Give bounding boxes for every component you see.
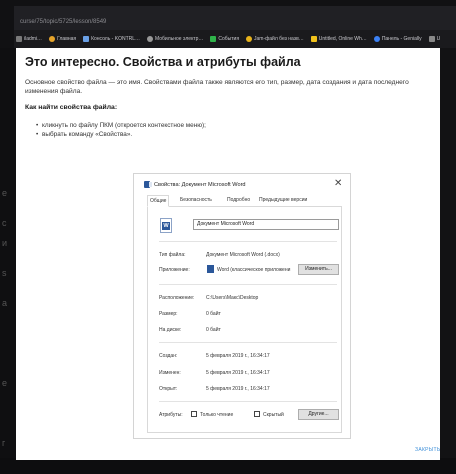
bookmark-item[interactable]: События bbox=[210, 36, 239, 42]
whiteboard-icon bbox=[310, 36, 317, 42]
divider bbox=[159, 342, 337, 343]
bookmark-label: Главная bbox=[57, 36, 77, 42]
modal-paragraph: Основное свойство файла — это имя. Свойс… bbox=[25, 79, 409, 95]
file-name-field[interactable]: Документ Microsoft Word bbox=[193, 219, 339, 230]
opened-value: 5 февраля 2019 г., 16:34:17 bbox=[206, 386, 270, 392]
url-text: curse/75/topic/5725/lesson/8549 bbox=[20, 19, 107, 25]
divider bbox=[159, 284, 337, 285]
type-label: Тип файла: bbox=[159, 252, 186, 258]
bookmark-item[interactable]: Главная bbox=[49, 36, 76, 42]
steps-list: кликнуть по файлу ПКМ (откроется контекс… bbox=[36, 122, 206, 139]
pin-icon bbox=[16, 36, 22, 42]
genially-icon bbox=[373, 36, 380, 42]
bookmark-label: События bbox=[218, 36, 240, 42]
background-text: е bbox=[2, 378, 8, 388]
background-text: а bbox=[2, 298, 8, 308]
opened-label: Открыт: bbox=[159, 386, 178, 392]
modal-subheading: Как найти свойства файла: bbox=[25, 104, 118, 111]
console-icon bbox=[83, 36, 90, 42]
mobile-icon bbox=[147, 36, 154, 42]
browser-toolbar: curse/75/topic/5725/lesson/8549 iladmi… Г… bbox=[0, 0, 456, 48]
tab-previous-versions[interactable]: Предыдущие версии bbox=[259, 197, 307, 203]
home-icon bbox=[49, 36, 56, 42]
bookmarks-bar: iladmi… Главная Консоль - KONTRL… Мобильное… bbox=[14, 30, 456, 48]
bookmark-item[interactable]: U bbox=[428, 36, 441, 42]
bookmark-item[interactable]: iladmi… bbox=[16, 36, 42, 42]
file-icon bbox=[246, 36, 253, 42]
divider bbox=[159, 241, 337, 242]
properties-dialog-image: Свойства: Документ Microsoft Word ✕ Общи… bbox=[133, 173, 351, 439]
word-app-icon bbox=[207, 265, 214, 273]
bookmark-label: Консоль - KONTRL… bbox=[91, 36, 141, 42]
bookmark-item[interactable]: Jam-файл без назв… bbox=[246, 36, 304, 42]
divider bbox=[159, 401, 337, 402]
location-label: Расположение: bbox=[159, 295, 195, 301]
dialog-title: Свойства: Документ Microsoft Word bbox=[154, 182, 246, 188]
created-label: Создан: bbox=[159, 353, 178, 359]
background-text: е bbox=[2, 188, 8, 198]
list-item: выбрать команду «Свойства». bbox=[36, 131, 206, 140]
word-document-icon bbox=[160, 218, 172, 233]
location-value: C:\Users\Макс\Desktop bbox=[206, 295, 259, 301]
change-button[interactable]: Изменить... bbox=[298, 264, 339, 275]
modified-label: Изменен: bbox=[159, 370, 181, 376]
close-modal-button[interactable]: ЗАКРЫТЬ bbox=[415, 447, 440, 453]
background-text: и bbox=[2, 238, 8, 248]
bookmark-label: U bbox=[436, 36, 441, 42]
bookmark-label: iladmi… bbox=[24, 36, 43, 42]
hidden-label: Скрытый bbox=[263, 412, 284, 418]
tab-general[interactable]: Общие bbox=[147, 195, 170, 207]
modified-value: 5 февраля 2019 г., 16:34:17 bbox=[206, 370, 270, 376]
info-modal: Это интересно. Свойства и атрибуты файла… bbox=[16, 48, 440, 460]
page-background-bottom bbox=[0, 458, 456, 474]
disk-size-value: 0 байт bbox=[206, 327, 221, 333]
hidden-checkbox[interactable] bbox=[254, 411, 260, 417]
bookmark-item[interactable]: Untitled, Online Wh… bbox=[310, 36, 367, 42]
bookmark-label: Панель - Genially bbox=[381, 36, 422, 42]
attributes-label: Атрибуты: bbox=[159, 412, 183, 418]
type-value: Документ Microsoft Word (.docx) bbox=[206, 252, 280, 258]
list-item: кликнуть по файлу ПКМ (откроется контекс… bbox=[36, 122, 206, 131]
bookmark-label: Jam-файл без назв… bbox=[254, 36, 304, 42]
background-text: г bbox=[2, 438, 6, 448]
general-tab-panel: Документ Microsoft Word Тип файла: Докум… bbox=[147, 207, 342, 433]
size-value: 0 байт bbox=[206, 311, 221, 317]
bookmark-item[interactable]: Панель - Genially bbox=[373, 36, 422, 42]
bookmark-icon bbox=[428, 36, 435, 42]
readonly-label: Только чтение bbox=[200, 412, 234, 418]
created-value: 5 февраля 2019 г., 16:34:17 bbox=[206, 353, 270, 359]
tab-security[interactable]: Безопасность bbox=[180, 197, 212, 203]
disk-size-label: На диске: bbox=[159, 327, 182, 333]
address-bar[interactable]: curse/75/topic/5725/lesson/8549 bbox=[14, 6, 456, 30]
other-attributes-button[interactable]: Другие... bbox=[298, 409, 339, 420]
app-value: Word (классическое приложени bbox=[217, 267, 291, 273]
tab-details[interactable]: Подробно bbox=[227, 197, 250, 203]
dialog-tabs: Общие Безопасность Подробно Предыдущие в… bbox=[147, 195, 342, 207]
close-icon[interactable]: ✕ bbox=[334, 179, 342, 189]
bookmark-label: Untitled, Online Wh… bbox=[318, 36, 367, 42]
background-text: s bbox=[2, 268, 7, 278]
readonly-checkbox[interactable] bbox=[191, 411, 197, 417]
page-background-right bbox=[440, 48, 456, 458]
size-label: Размер: bbox=[159, 311, 178, 317]
modal-title: Это интересно. Свойства и атрибуты файла bbox=[25, 55, 301, 69]
app-label: Приложение: bbox=[159, 267, 190, 273]
bookmark-item[interactable]: Мобильное электр… bbox=[147, 36, 203, 42]
events-icon bbox=[210, 36, 217, 42]
bookmark-item[interactable]: Консоль - KONTRL… bbox=[83, 36, 140, 42]
bookmark-label: Мобильное электр… bbox=[155, 36, 204, 42]
word-icon bbox=[144, 181, 152, 188]
page-background-left: е си s а е г bbox=[0, 48, 16, 458]
background-text: с bbox=[2, 218, 7, 228]
dialog-titlebar: Свойства: Документ Microsoft Word ✕ bbox=[134, 174, 350, 196]
